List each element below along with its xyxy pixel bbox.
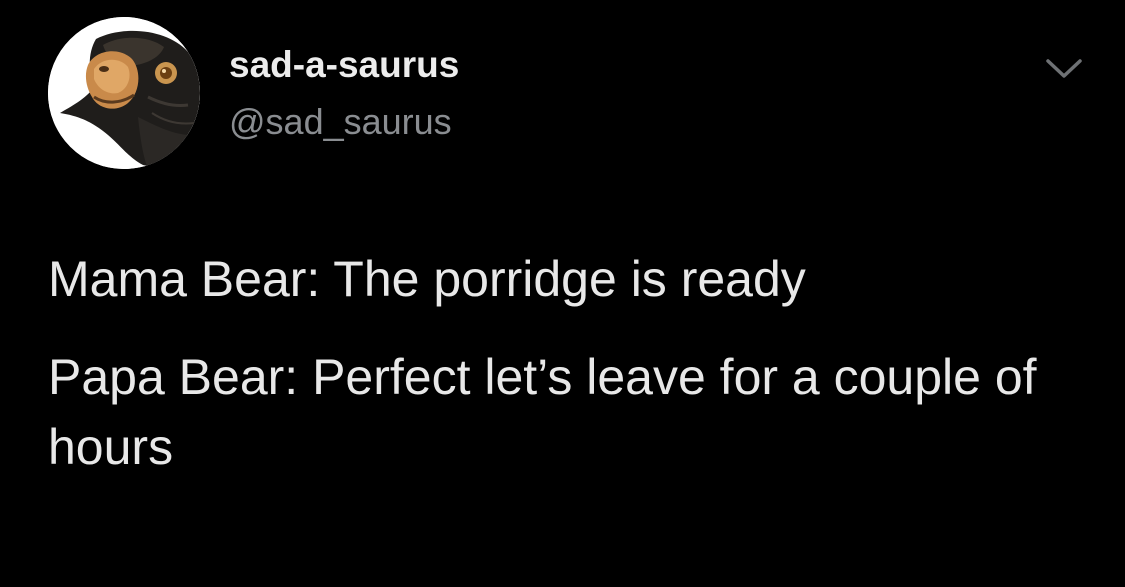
tweet-line: Papa Bear: Perfect let’s leave for a cou…: [48, 349, 1037, 475]
tweet-line: Mama Bear: The porridge is ready: [48, 251, 806, 307]
user-handle[interactable]: @sad_saurus: [229, 104, 452, 140]
tweet-card: sad-a-saurus @sad_saurus Mama Bear: The …: [0, 0, 1125, 587]
avatar[interactable]: [48, 17, 200, 169]
dinosaur-avatar-icon: [48, 17, 200, 169]
display-name[interactable]: sad-a-saurus: [229, 46, 459, 83]
tweet-text: Mama Bear: The porridge is ready Papa Be…: [48, 244, 1088, 482]
chevron-down-icon[interactable]: [1044, 56, 1084, 82]
